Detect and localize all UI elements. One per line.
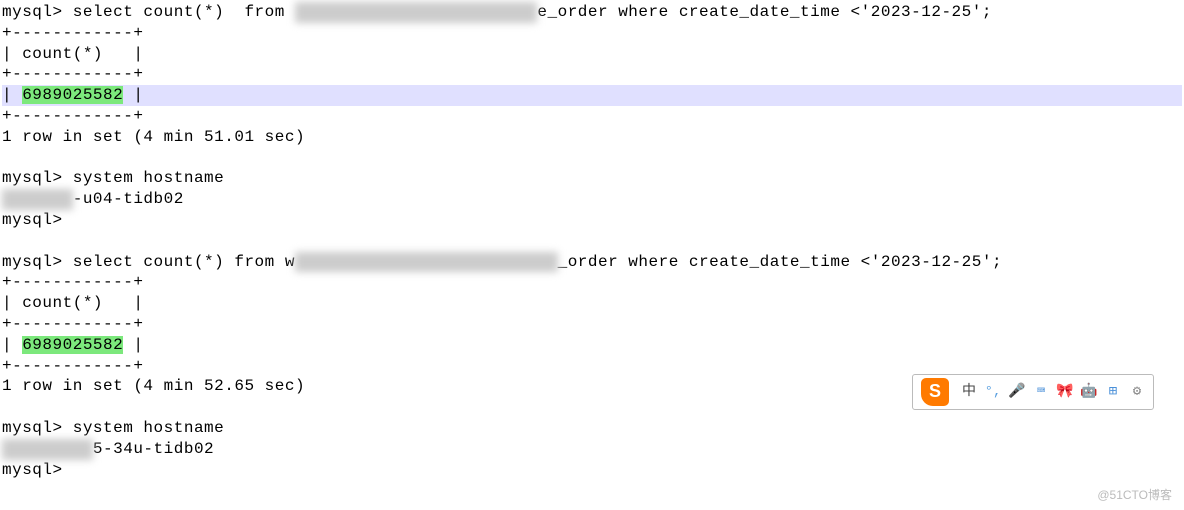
table-border: +------------+ — [2, 272, 1182, 293]
cmd-text: system hostname — [73, 169, 225, 187]
blank-line — [2, 231, 1182, 252]
count-value: 6989025582 — [22, 336, 123, 354]
lang-zh-button[interactable]: 中 — [961, 384, 977, 400]
sql-text: select count(*) from w — [73, 253, 295, 271]
result-row-2: | 6989025582 | — [2, 335, 1182, 356]
table-border: +------------+ — [2, 23, 1182, 44]
cell-left: | — [2, 86, 22, 104]
gear-icon[interactable]: ⚙ — [1129, 384, 1145, 400]
table-border: +------------+ — [2, 106, 1182, 127]
ime-toolbar[interactable]: S 中 °, 🎤 ⌨ 🎀 🤖 ⊞ ⚙ — [912, 374, 1154, 410]
result-row: | 6989025582 | — [2, 85, 1182, 106]
cell-right: | — [123, 86, 143, 104]
table-border: +------------+ — [2, 314, 1182, 335]
cell-right: | — [123, 336, 143, 354]
table-header: | count(*) | — [2, 293, 1182, 314]
robot-icon[interactable]: 🤖 — [1081, 384, 1097, 400]
prompt: mysql> — [2, 419, 73, 437]
host-tail: 5-34u-tidb02 — [93, 440, 214, 458]
prompt: mysql> — [2, 169, 73, 187]
punct-icon[interactable]: °, — [985, 384, 1001, 400]
cell-left: | — [2, 336, 22, 354]
mic-icon[interactable]: 🎤 — [1009, 384, 1025, 400]
hostname-output-2: xxxxxxxxx5-34u-tidb02 — [2, 439, 1182, 460]
redacted-host: xxxxxxxxx — [2, 439, 93, 460]
prompt: mysql> — [2, 460, 1182, 481]
hostname-cmd-1: mysql> system hostname — [2, 168, 1182, 189]
sogou-badge-icon[interactable]: S — [921, 378, 949, 406]
table-border: +------------+ — [2, 64, 1182, 85]
hostname-output-1: xxxxxxx-u04-tidb02 — [2, 189, 1182, 210]
prompt: mysql> — [2, 253, 73, 271]
table-header: | count(*) | — [2, 44, 1182, 65]
watermark-text: @51CTO博客 — [1097, 488, 1172, 504]
redacted-table: xxxxxxxxxxxxxxxxxxxxxxxx — [295, 2, 537, 23]
sql-text: _order where create_date_time <'2023-12-… — [558, 253, 1002, 271]
apps-icon[interactable]: ⊞ — [1105, 384, 1121, 400]
cmd-text: system hostname — [73, 419, 225, 437]
prompt: mysql> — [2, 210, 1182, 231]
prompt: mysql> — [2, 3, 73, 21]
count-value: 6989025582 — [22, 86, 123, 104]
timing-text: 1 row in set (4 min 51.01 sec) — [2, 127, 1182, 148]
sql-text: e_order where create_date_time <'2023-12… — [537, 3, 992, 21]
hostname-cmd-2: mysql> system hostname — [2, 418, 1182, 439]
host-tail: -u04-tidb02 — [73, 190, 184, 208]
redacted-host: xxxxxxx — [2, 189, 73, 210]
redacted-table: xxxxxxxxxxxxxxxxxxxxxxxxxx — [295, 252, 558, 273]
sql-line-2: mysql> select count(*) from wxxxxxxxxxxx… — [2, 252, 1182, 273]
sql-line-1: mysql> select count(*) from xxxxxxxxxxxx… — [2, 2, 1182, 23]
skin-icon[interactable]: 🎀 — [1057, 384, 1073, 400]
sql-text: select count(*) from — [73, 3, 295, 21]
keyboard-icon[interactable]: ⌨ — [1033, 384, 1049, 400]
blank-line — [2, 148, 1182, 169]
